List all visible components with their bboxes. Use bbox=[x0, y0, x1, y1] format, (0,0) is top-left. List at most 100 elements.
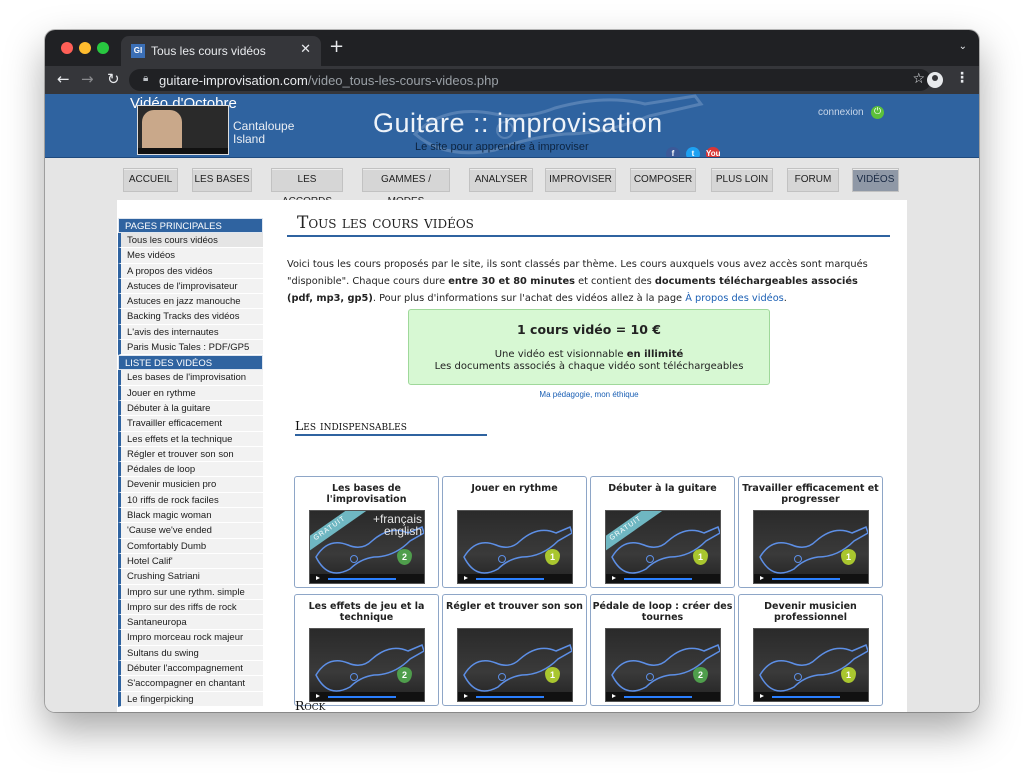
sidebar-video-item[interactable]: Travailler efficacement bbox=[118, 416, 263, 432]
sidebar-video-item[interactable]: Les bases de l'improvisation bbox=[118, 370, 263, 386]
nav-les-bases[interactable]: LES BASES bbox=[192, 168, 252, 192]
nav-plus-loin[interactable]: PLUS LOIN bbox=[711, 168, 773, 192]
video-thumbnail[interactable]: 1 bbox=[457, 510, 573, 584]
month-video-thumbnail[interactable] bbox=[137, 105, 229, 155]
video-card[interactable]: Régler et trouver son son 1 bbox=[442, 594, 587, 706]
nav-accueil[interactable]: ACCUEIL bbox=[123, 168, 178, 192]
twitter-icon[interactable]: t bbox=[686, 147, 700, 157]
language-label: +français english bbox=[372, 513, 422, 537]
facebook-icon[interactable]: f bbox=[666, 147, 680, 157]
close-window-button[interactable] bbox=[61, 42, 73, 54]
video-card-title: Jouer en rythme bbox=[471, 483, 558, 494]
sidebar-item-astuces-improvisateur[interactable]: Astuces de l'improvisateur bbox=[118, 278, 263, 295]
video-card[interactable]: Les bases de l'improvisation GRATUIT +fran… bbox=[294, 476, 439, 588]
site-favicon-icon: GI bbox=[131, 44, 145, 58]
address-bar[interactable]: 🔒︎ guitare-improvisation.com/video_tous-… bbox=[129, 69, 931, 91]
sidebar-video-item[interactable]: S'accompagner en chantant bbox=[118, 676, 263, 692]
tab-strip: GI Tous les cours vidéos ✕ + ⌄ bbox=[45, 30, 979, 66]
month-video-song[interactable]: Cantaloupe Island bbox=[233, 120, 313, 146]
url-domain: guitare-improvisation.com bbox=[159, 73, 308, 88]
url-text[interactable]: guitare-improvisation.com/video_tous-les… bbox=[159, 73, 499, 88]
intro-text-3: . Pour plus d'informations sur l'achat d… bbox=[372, 293, 686, 304]
sidebar-item-tous-les-cours[interactable]: Tous les cours vidéos bbox=[118, 233, 263, 249]
video-player-bar[interactable] bbox=[310, 574, 424, 583]
nav-les-accords[interactable]: LES ACCORDS bbox=[271, 168, 343, 207]
video-thumbnail[interactable]: GRATUIT 1 bbox=[605, 510, 721, 584]
sidebar-video-item[interactable]: Sultans du swing bbox=[118, 645, 263, 662]
video-card[interactable]: Jouer en rythme 1 bbox=[442, 476, 587, 588]
new-tab-icon[interactable]: + bbox=[329, 38, 344, 56]
video-player-bar[interactable] bbox=[458, 574, 572, 583]
sidebar-video-item[interactable]: Régler et trouver son son bbox=[118, 446, 263, 463]
sidebar-video-item[interactable]: Les effets et la technique bbox=[118, 431, 263, 447]
video-thumbnail[interactable]: 2 bbox=[605, 628, 721, 702]
language-english: english bbox=[383, 524, 422, 538]
video-card-title: Régler et trouver son son bbox=[446, 601, 583, 612]
sidebar-video-item[interactable]: Black magic woman bbox=[118, 508, 263, 524]
sidebar-section-pages: PAGES PRINCIPALES bbox=[118, 218, 263, 233]
sidebar-video-item[interactable]: 'Cause we've ended bbox=[118, 523, 263, 539]
minimize-window-button[interactable] bbox=[79, 42, 91, 54]
sidebar-video-item[interactable]: Crushing Satriani bbox=[118, 569, 263, 585]
sidebar-video-item[interactable]: Impro sur une rythm. simple bbox=[118, 584, 263, 600]
ethics-link-text[interactable]: Ma pédagogie, mon éthique bbox=[539, 390, 638, 399]
nav-improviser[interactable]: IMPROVISER bbox=[545, 168, 616, 192]
forward-arrow-icon[interactable]: → bbox=[81, 70, 94, 88]
nav-videos[interactable]: VIDÉOS bbox=[852, 168, 899, 192]
video-card[interactable]: Les effets de jeu et la technique 2 bbox=[294, 594, 439, 706]
sidebar-video-item[interactable]: 10 riffs de rock faciles bbox=[118, 492, 263, 509]
bookmark-star-icon[interactable]: ☆ bbox=[912, 71, 925, 87]
sidebar-video-item[interactable]: Impro morceau rock majeur bbox=[118, 630, 263, 646]
youtube-icon[interactable]: You bbox=[706, 147, 721, 157]
page-title: Tous les cours vidéos bbox=[287, 213, 890, 237]
video-player-bar[interactable] bbox=[754, 574, 868, 583]
back-arrow-icon[interactable]: ← bbox=[57, 70, 70, 88]
section-title-rock: Rock bbox=[295, 698, 487, 712]
video-player-bar[interactable] bbox=[606, 574, 720, 583]
profile-avatar-icon[interactable] bbox=[927, 72, 943, 88]
browser-tab[interactable]: GI Tous les cours vidéos ✕ bbox=[121, 36, 321, 66]
sidebar-video-item[interactable]: Jouer en rythme bbox=[118, 385, 263, 401]
nav-gammes-modes[interactable]: GAMMES / MODES bbox=[362, 168, 450, 207]
sidebar-video-item[interactable]: Comfortably Dumb bbox=[118, 538, 263, 554]
sidebar-item-astuces-jazz[interactable]: Astuces en jazz manouche bbox=[118, 294, 263, 310]
video-card[interactable]: Débuter à la guitare GRATUIT 1 bbox=[590, 476, 735, 588]
video-player-bar[interactable] bbox=[606, 692, 720, 701]
video-thumbnail[interactable]: 1 bbox=[457, 628, 573, 702]
browser-menu-icon[interactable]: ⋮ bbox=[955, 70, 969, 86]
sidebar-video-item[interactable]: Débuter à la guitare bbox=[118, 400, 263, 417]
nav-composer[interactable]: COMPOSER bbox=[630, 168, 696, 192]
price-box: 1 cours vidéo = 10 € Une vidéo est visio… bbox=[408, 309, 770, 385]
sidebar-item-backing-tracks[interactable]: Backing Tracks des vidéos bbox=[118, 309, 263, 325]
sidebar-video-item[interactable]: Hotel Calif' bbox=[118, 553, 263, 570]
sidebar-item-paris-music-tales[interactable]: Paris Music Tales : PDF/GP5 bbox=[118, 340, 263, 356]
video-card[interactable]: Devenir musicien professionnel 1 bbox=[738, 594, 883, 706]
sidebar-video-item[interactable]: Impro sur des riffs de rock bbox=[118, 599, 263, 616]
zoom-window-button[interactable] bbox=[97, 42, 109, 54]
sidebar-video-item[interactable]: Pédales de loop bbox=[118, 462, 263, 478]
sidebar-video-item[interactable]: Devenir musicien pro bbox=[118, 477, 263, 493]
power-icon[interactable]: ⏻ bbox=[871, 106, 884, 119]
video-thumbnail[interactable]: 1 bbox=[753, 628, 869, 702]
video-card[interactable]: Pédale de loop : créer des tournes 2 bbox=[590, 594, 735, 706]
video-thumbnail[interactable]: 1 bbox=[753, 510, 869, 584]
sidebar-video-item[interactable]: Santaneuropa bbox=[118, 615, 263, 631]
reload-icon[interactable]: ↻ bbox=[107, 70, 120, 88]
sidebar-video-item[interactable]: Le fingerpicking bbox=[118, 691, 263, 707]
tab-search-chevron-icon[interactable]: ⌄ bbox=[959, 41, 967, 52]
sidebar-item-avis[interactable]: L'avis des internautes bbox=[118, 324, 263, 341]
video-thumbnail[interactable]: GRATUIT +français english 2 bbox=[309, 510, 425, 584]
price-line-1b: en illimité bbox=[626, 349, 684, 360]
video-thumbnail[interactable]: 2 bbox=[309, 628, 425, 702]
about-videos-link[interactable]: À propos des vidéos bbox=[685, 293, 784, 304]
nav-analyser[interactable]: ANALYSER bbox=[469, 168, 533, 192]
sidebar-item-a-propos[interactable]: A propos des vidéos bbox=[118, 263, 263, 279]
site-title[interactable]: Guitare :: improvisation bbox=[373, 108, 663, 139]
close-tab-icon[interactable]: ✕ bbox=[300, 42, 311, 57]
video-card[interactable]: Travailler efficacement et progresser 1 bbox=[738, 476, 883, 588]
connexion-link[interactable]: connexion bbox=[818, 107, 864, 118]
nav-forum[interactable]: FORUM bbox=[787, 168, 839, 192]
sidebar-item-mes-videos[interactable]: Mes vidéos bbox=[118, 248, 263, 264]
sidebar-video-item[interactable]: Débuter l'accompagnement bbox=[118, 661, 263, 677]
video-player-bar[interactable] bbox=[754, 692, 868, 701]
